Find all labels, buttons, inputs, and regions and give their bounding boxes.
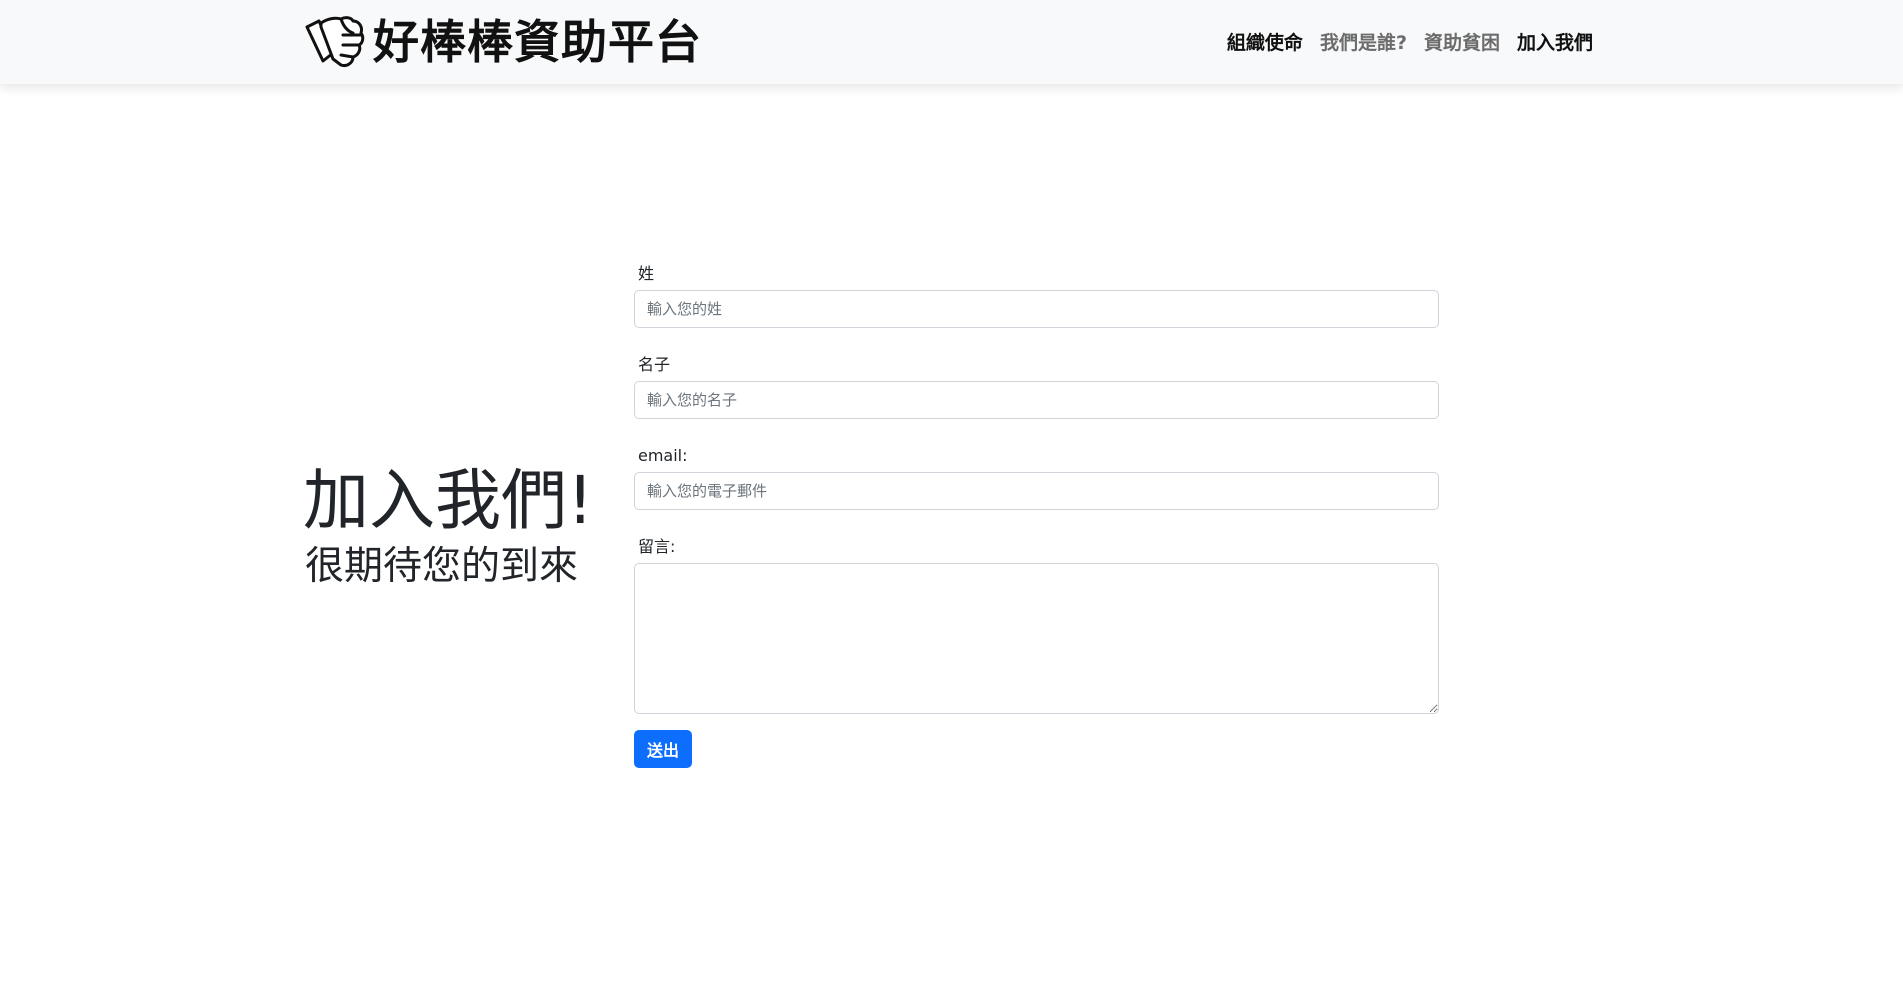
last-name-label: 姓	[638, 264, 655, 283]
hero-section: 加入我們! 很期待您的到來	[303, 462, 593, 592]
nav-link-join[interactable]: 加入我們	[1517, 28, 1593, 58]
submit-button[interactable]: 送出	[634, 730, 693, 768]
message-textarea[interactable]	[634, 563, 1439, 714]
navbar: 好棒棒資助平台 組織使命 我們是誰? 資助貧困 加入我們	[0, 0, 1903, 84]
main-nav: 組織使命 我們是誰? 資助貧困 加入我們	[1210, 28, 1593, 58]
hero-heading: 加入我們!	[303, 462, 594, 539]
nav-link-about[interactable]: 我們是誰?	[1320, 28, 1407, 58]
email-label: email:	[638, 446, 688, 465]
first-name-label: 名子	[638, 355, 671, 374]
email-group: email:	[634, 444, 1439, 510]
first-name-group: 名子	[634, 353, 1439, 419]
last-name-input[interactable]	[634, 290, 1439, 328]
brand-title: 好棒棒資助平台	[373, 15, 702, 69]
hero-subheading: 很期待您的到來	[305, 544, 579, 589]
join-form: 姓 名子 email: 留言: 送出	[634, 262, 1439, 768]
nav-link-sponsor[interactable]: 資助貧困	[1424, 28, 1500, 58]
message-label: 留言:	[638, 537, 676, 556]
first-name-input[interactable]	[634, 381, 1439, 419]
message-group: 留言:	[634, 535, 1439, 714]
last-name-group: 姓	[634, 262, 1439, 328]
brand-link[interactable]: 好棒棒資助平台	[303, 14, 702, 70]
thumbs-up-hand-icon	[305, 16, 365, 67]
nav-link-mission[interactable]: 組織使命	[1227, 28, 1303, 58]
email-input[interactable]	[634, 472, 1439, 510]
